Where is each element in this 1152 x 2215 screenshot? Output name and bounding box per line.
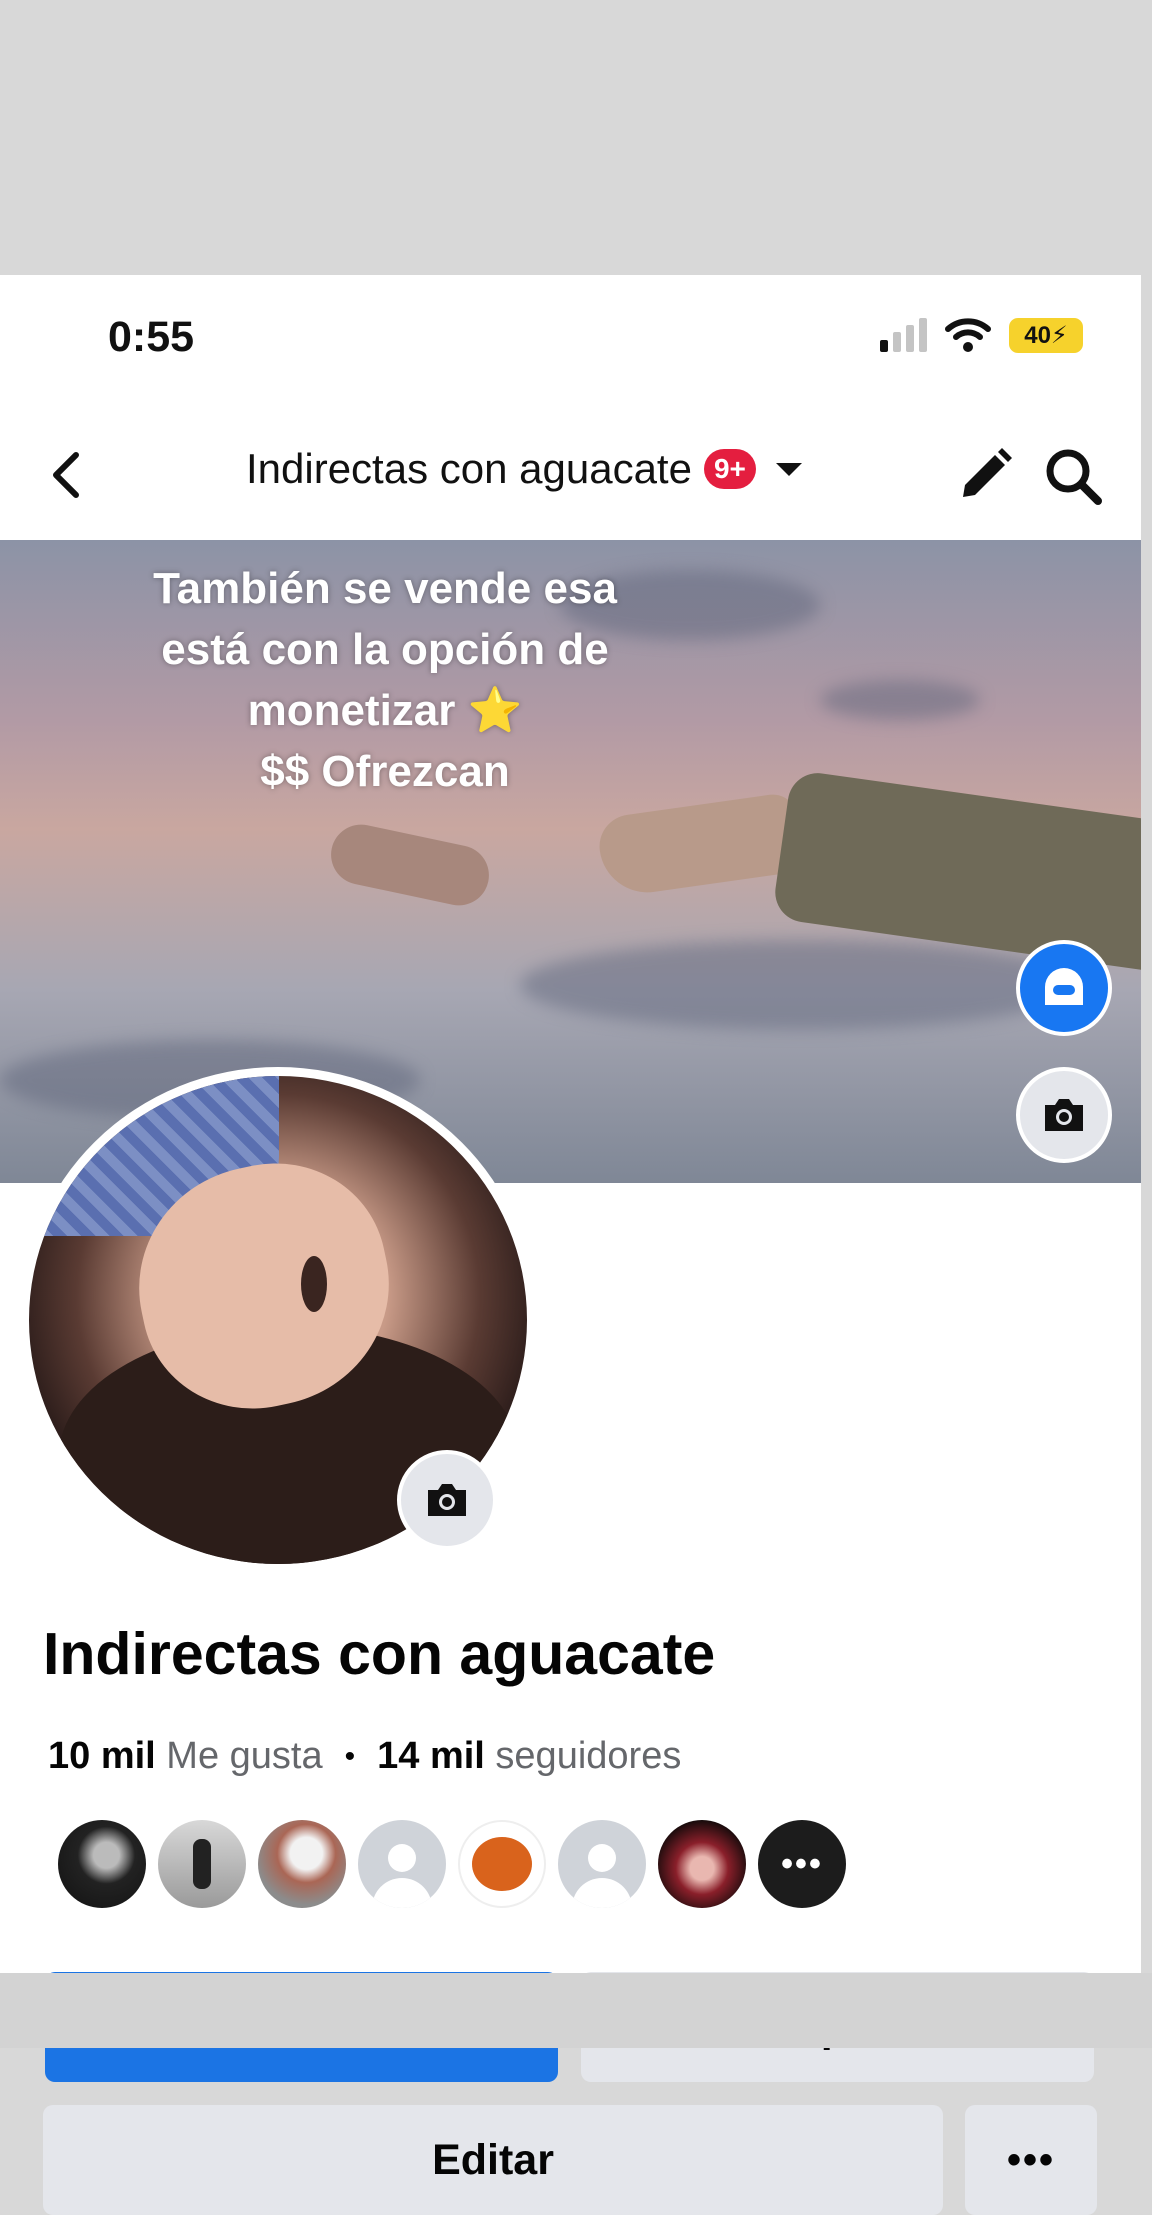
status-icons: 40⚡ (880, 317, 1083, 353)
nav-title: Indirectas con aguacate (246, 445, 692, 492)
profile-camera-button[interactable] (397, 1450, 497, 1550)
avatar-button[interactable] (1016, 940, 1112, 1036)
camera-icon (1045, 1099, 1083, 1131)
pencil-icon (963, 448, 1012, 497)
charging-bolt-icon: ⚡ (1050, 321, 1068, 349)
avatar-icon (1045, 968, 1083, 1005)
follower-avatar[interactable] (458, 1820, 546, 1908)
camera-icon (428, 1484, 466, 1516)
more-options-button[interactable]: ••• (965, 2105, 1097, 2215)
follower-avatar[interactable] (658, 1820, 746, 1908)
page-stats: 10 mil Me gusta • 14 mil seguidores (48, 1735, 681, 1778)
follower-avatars: ••• (58, 1820, 846, 1908)
edit-page-button[interactable] (955, 445, 1015, 505)
likes-label: Me gusta (166, 1735, 323, 1777)
top-nav: Indirectas con aguacate 9+ (0, 415, 1141, 535)
search-icon (1046, 449, 1102, 505)
cover-right-hand (595, 791, 805, 899)
followers-label: seguidores (495, 1735, 682, 1777)
follower-avatar[interactable] (558, 1820, 646, 1908)
page-name: Indirectas con aguacate (43, 1621, 716, 1687)
signal-icon (880, 318, 927, 352)
battery-icon: 40⚡ (1009, 317, 1083, 353)
page-switcher[interactable]: Indirectas con aguacate 9+ (246, 445, 802, 493)
follower-avatar[interactable] (58, 1820, 146, 1908)
cover-camera-button[interactable] (1016, 1067, 1112, 1163)
cover-left-hand (325, 819, 495, 911)
cover-caption-line: monetizar ⭐ (247, 686, 523, 735)
wifi-icon (945, 318, 991, 352)
likes-count: 10 mil (48, 1735, 156, 1777)
phone-screen: 0:55 40⚡ Indirectas con aguacate 9+ Tamb… (0, 275, 1141, 2215)
battery-level: 40 (1024, 321, 1051, 349)
more-followers-button[interactable]: ••• (758, 1820, 846, 1908)
bottom-strip (0, 1973, 1152, 2048)
cover-caption: También se vende esa está con la opción … (20, 558, 750, 802)
status-time: 0:55 (108, 313, 195, 361)
more-followers-label: ••• (781, 1844, 823, 1883)
back-button[interactable] (40, 445, 90, 505)
back-chevron-icon (53, 452, 79, 498)
followers-stat[interactable]: 14 mil seguidores (377, 1735, 681, 1778)
dropdown-arrow-icon (775, 462, 802, 476)
notification-badge: 9+ (703, 449, 756, 489)
likes-stat[interactable]: 10 mil Me gusta (48, 1735, 323, 1778)
cover-caption-line: $$ Ofrezcan (260, 747, 510, 796)
separator-dot: • (344, 1739, 356, 1773)
search-button[interactable] (1042, 445, 1104, 507)
cover-caption-line: está con la opción de (161, 625, 609, 674)
follower-avatar[interactable] (158, 1820, 246, 1908)
followers-count: 14 mil (377, 1735, 485, 1777)
edit-button[interactable]: Editar (43, 2105, 943, 2215)
cover-caption-line: También se vende esa (153, 564, 617, 613)
follower-avatar[interactable] (358, 1820, 446, 1908)
follower-avatar[interactable] (258, 1820, 346, 1908)
